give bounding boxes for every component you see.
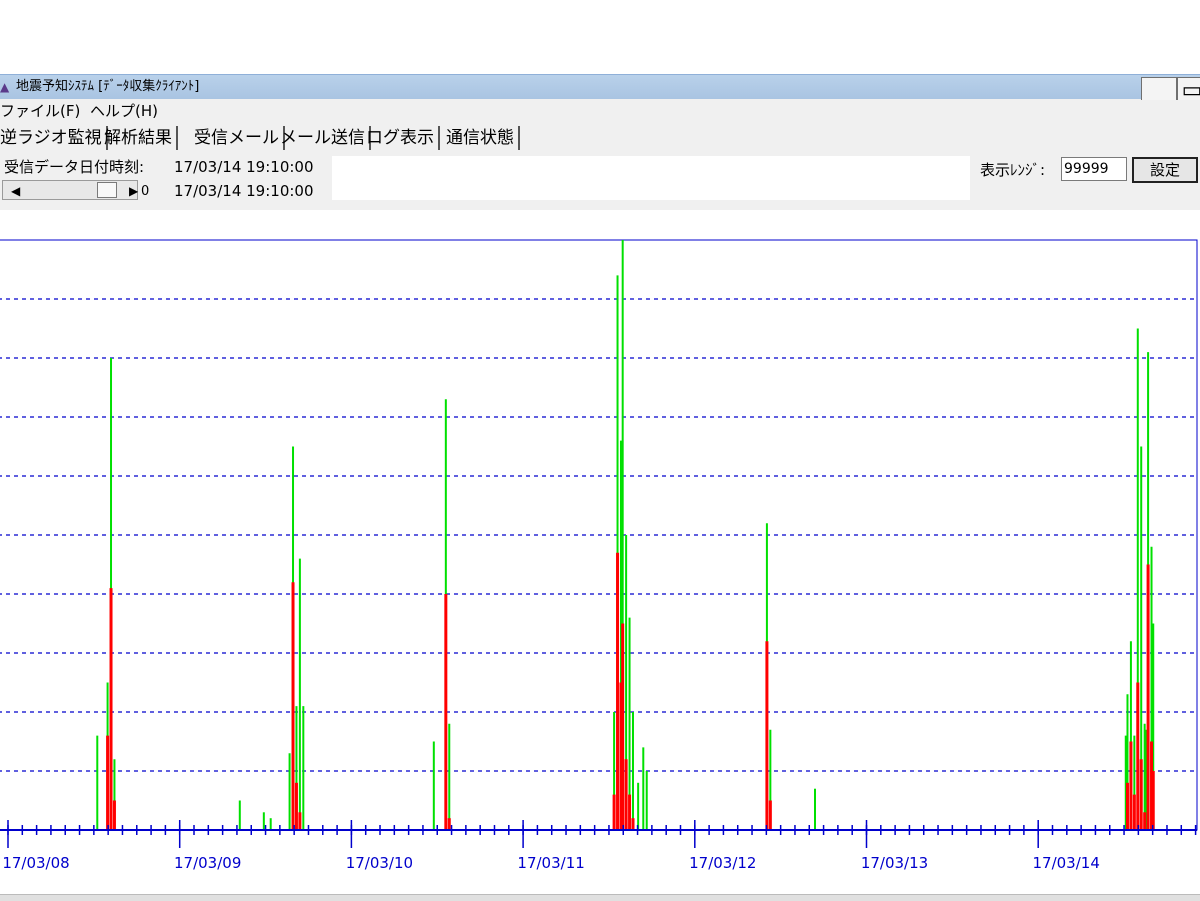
info-panel [332, 156, 970, 200]
tab-received-mail[interactable]: 受信メール [194, 126, 285, 150]
title-bar[interactable]: ▲ 地震予知ｼｽﾃﾑ [ﾃﾞｰﾀ収集ｸﾗｲｱﾝﾄ] _ ▭ [0, 74, 1200, 107]
slider-right-arrow-icon[interactable]: ▶ [129, 183, 138, 199]
slider-datetime-value: 17/03/14 19:10:00 [174, 182, 314, 200]
set-button[interactable]: 設定 [1132, 157, 1198, 183]
menu-file[interactable]: ファイル(F) [0, 102, 80, 120]
x-tick-label: 17/03/09 [174, 854, 241, 872]
display-range-label: 表示ﾚﾝｼﾞ: [980, 161, 1046, 179]
tab-send-mail[interactable]: メール送信 [280, 126, 371, 150]
tab-log-display[interactable]: ログ表示 [366, 126, 440, 150]
slider-thumb[interactable] [97, 182, 117, 198]
tab-bar: 逆ラジオ監視 解析結果 受信メール メール送信 ログ表示 通信状態 [0, 124, 1200, 152]
x-tick-label: 17/03/11 [517, 854, 584, 872]
seismic-chart: 17/03/08 17/03/09 17/03/10 17/03/11 17/03/12… [0, 239, 1198, 872]
display-range-input[interactable] [1061, 157, 1127, 181]
tab-communication-status[interactable]: 通信状態 [446, 126, 520, 150]
x-tick-label: 17/03/08 [2, 854, 69, 872]
tab-analysis-results[interactable]: 解析結果 [104, 126, 178, 150]
slider-left-arrow-icon[interactable]: ◀ [11, 183, 20, 199]
app-icon: ▲ [0, 80, 10, 94]
received-datetime-label: 受信データ日付時刻: [4, 158, 145, 176]
app-window: ▲ 地震予知ｼｽﾃﾑ [ﾃﾞｰﾀ収集ｸﾗｲｱﾝﾄ] _ ▭ ファイル(F) ヘル… [0, 74, 1200, 901]
menu-bar: ファイル(F) ヘルプ(H) [0, 100, 1200, 122]
x-tick-label: 17/03/14 [1033, 854, 1100, 872]
menu-help[interactable]: ヘルプ(H) [90, 102, 158, 120]
x-tick-label: 17/03/10 [346, 854, 413, 872]
received-datetime-value: 17/03/14 19:10:00 [174, 158, 314, 176]
time-slider[interactable]: ◀ ▶ [2, 180, 138, 200]
tab-reverse-radio-monitor[interactable]: 逆ラジオ監視 [0, 126, 108, 150]
slider-min-value: 0 [141, 184, 150, 199]
x-tick-label: 17/03/12 [689, 854, 756, 872]
chart-area: 17/03/08 17/03/09 17/03/10 17/03/11 17/03/12… [0, 210, 1200, 900]
window-title: 地震予知ｼｽﾃﾑ [ﾃﾞｰﾀ収集ｸﾗｲｱﾝﾄ] [16, 79, 200, 94]
x-tick-label: 17/03/13 [861, 854, 928, 872]
